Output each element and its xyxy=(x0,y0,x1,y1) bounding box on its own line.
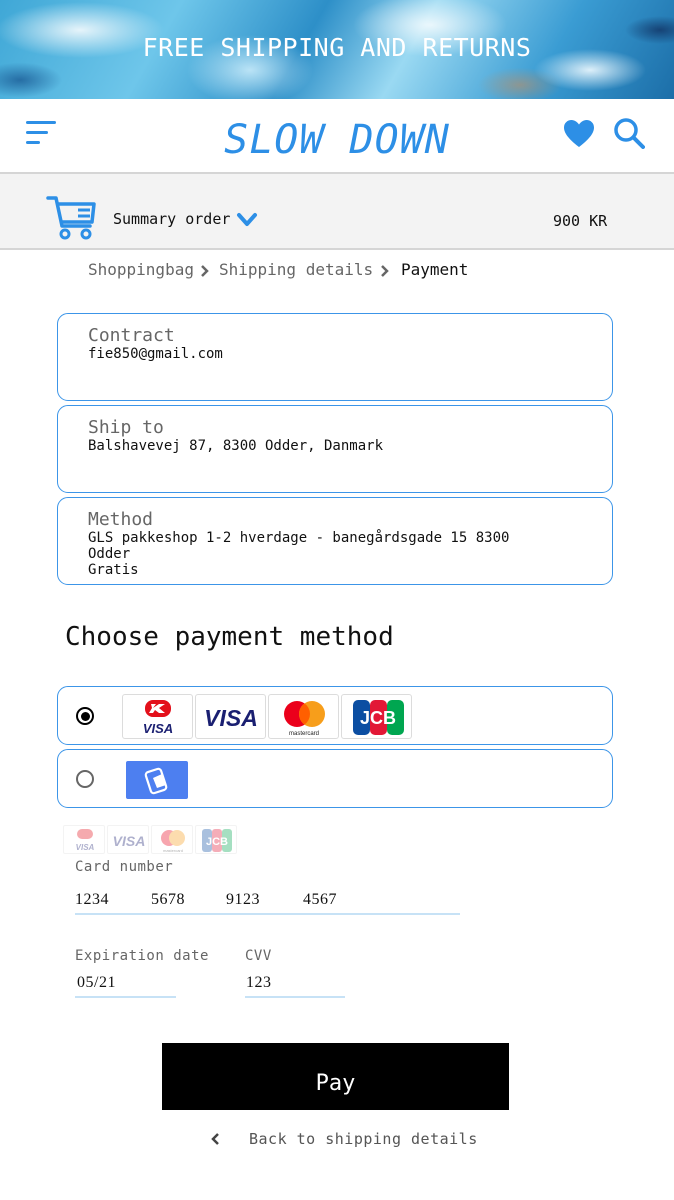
contact-title: Contract xyxy=(88,325,175,346)
breadcrumb-shipping-details[interactable]: Shipping details xyxy=(219,260,373,279)
visa-text: VISA xyxy=(204,705,258,731)
chevron-right-icon xyxy=(381,265,389,277)
method-line: Odder xyxy=(88,546,131,562)
contact-box: Contract fie850@gmail.com xyxy=(57,313,613,401)
cart-icon xyxy=(46,196,96,240)
card-number-group: 1234 xyxy=(75,891,109,908)
payment-option-cards[interactable]: VISA VISA mastercard JCB xyxy=(57,686,613,745)
promo-banner: FREE SHIPPING AND RETURNS xyxy=(0,0,674,99)
breadcrumb-payment: Payment xyxy=(401,260,469,279)
jcb-logo: JCB xyxy=(195,825,237,854)
method-details: GLS pakkeshop 1-2 hverdage - banegårdsga… xyxy=(88,530,568,578)
chevron-left-icon xyxy=(211,1133,219,1145)
mastercard-text: mastercard xyxy=(163,848,183,853)
mastercard-text: mastercard xyxy=(289,731,319,737)
dankort-visa-text: VISA xyxy=(76,843,95,852)
expiration-value: 05/21 xyxy=(77,974,116,991)
ship-to-title: Ship to xyxy=(88,417,164,438)
card-number-underline xyxy=(75,913,460,915)
chevron-right-icon xyxy=(201,265,209,277)
contact-email: fie850@gmail.com xyxy=(88,346,223,362)
visa-logo: VISA xyxy=(195,694,266,739)
card-number-group: 5678 xyxy=(151,891,185,908)
ship-to-box: Ship to Balshavevej 87, 8300 Odder, Danm… xyxy=(57,405,613,493)
radio-cards[interactable] xyxy=(76,707,94,725)
jcb-logo: JCB xyxy=(341,694,412,739)
jcb-text: JCB xyxy=(360,708,396,728)
promo-banner-text: FREE SHIPPING AND RETURNS xyxy=(142,33,532,62)
payment-option-mobilepay[interactable] xyxy=(57,749,613,808)
dankort-visa-logo: VISA xyxy=(122,694,193,739)
pay-button[interactable]: Pay xyxy=(162,1043,509,1110)
heart-icon[interactable] xyxy=(563,119,595,149)
cvv-underline xyxy=(245,996,345,998)
card-number-group: 9123 xyxy=(226,891,260,908)
mastercard-logo: mastercard xyxy=(151,825,193,854)
expiration-underline xyxy=(75,996,176,998)
cvv-value: 123 xyxy=(246,974,272,991)
radio-mobilepay[interactable] xyxy=(76,770,94,788)
visa-text: VISA xyxy=(113,833,146,849)
shipping-method-box: Method GLS pakkeshop 1-2 hverdage - bane… xyxy=(57,497,613,585)
site-header: SLOW DOWN xyxy=(0,99,674,172)
dankort-visa-text: VISA xyxy=(143,721,173,736)
chevron-down-icon[interactable] xyxy=(236,212,258,228)
method-price: Gratis xyxy=(88,562,139,578)
expiration-label: Expiration date xyxy=(75,948,209,964)
search-icon[interactable] xyxy=(613,117,645,149)
mastercard-logo: mastercard xyxy=(268,694,339,739)
card-number-group: 4567 xyxy=(303,891,337,908)
expiration-input[interactable]: 05/21 xyxy=(75,968,176,1000)
ship-to-address: Balshavevej 87, 8300 Odder, Danmark xyxy=(88,438,384,454)
card-number-input[interactable]: 1234 5678 9123 4567 xyxy=(75,885,460,917)
card-number-label: Card number xyxy=(75,859,174,875)
order-summary-bar[interactable]: Summary order 900 KR xyxy=(0,172,674,250)
breadcrumb-shoppingbag[interactable]: Shoppingbag xyxy=(88,260,194,279)
summary-order-label[interactable]: Summary order xyxy=(113,210,230,228)
mobilepay-logo xyxy=(126,761,188,799)
dankort-visa-logo: VISA xyxy=(63,825,105,854)
cvv-label: CVV xyxy=(245,948,272,964)
back-to-shipping-label[interactable]: Back to shipping details xyxy=(249,1130,478,1148)
order-total: 900 KR xyxy=(553,212,608,230)
payment-heading: Choose payment method xyxy=(65,622,394,652)
visa-logo: VISA xyxy=(107,825,149,854)
method-title: Method xyxy=(88,509,154,530)
jcb-text: JCB xyxy=(206,836,228,848)
accepted-cards-logos: VISA VISA mastercard JCB xyxy=(63,825,239,855)
method-line: GLS pakkeshop 1-2 hverdage - banegårdsga… xyxy=(88,530,510,546)
cvv-input[interactable]: 123 xyxy=(245,968,345,1000)
